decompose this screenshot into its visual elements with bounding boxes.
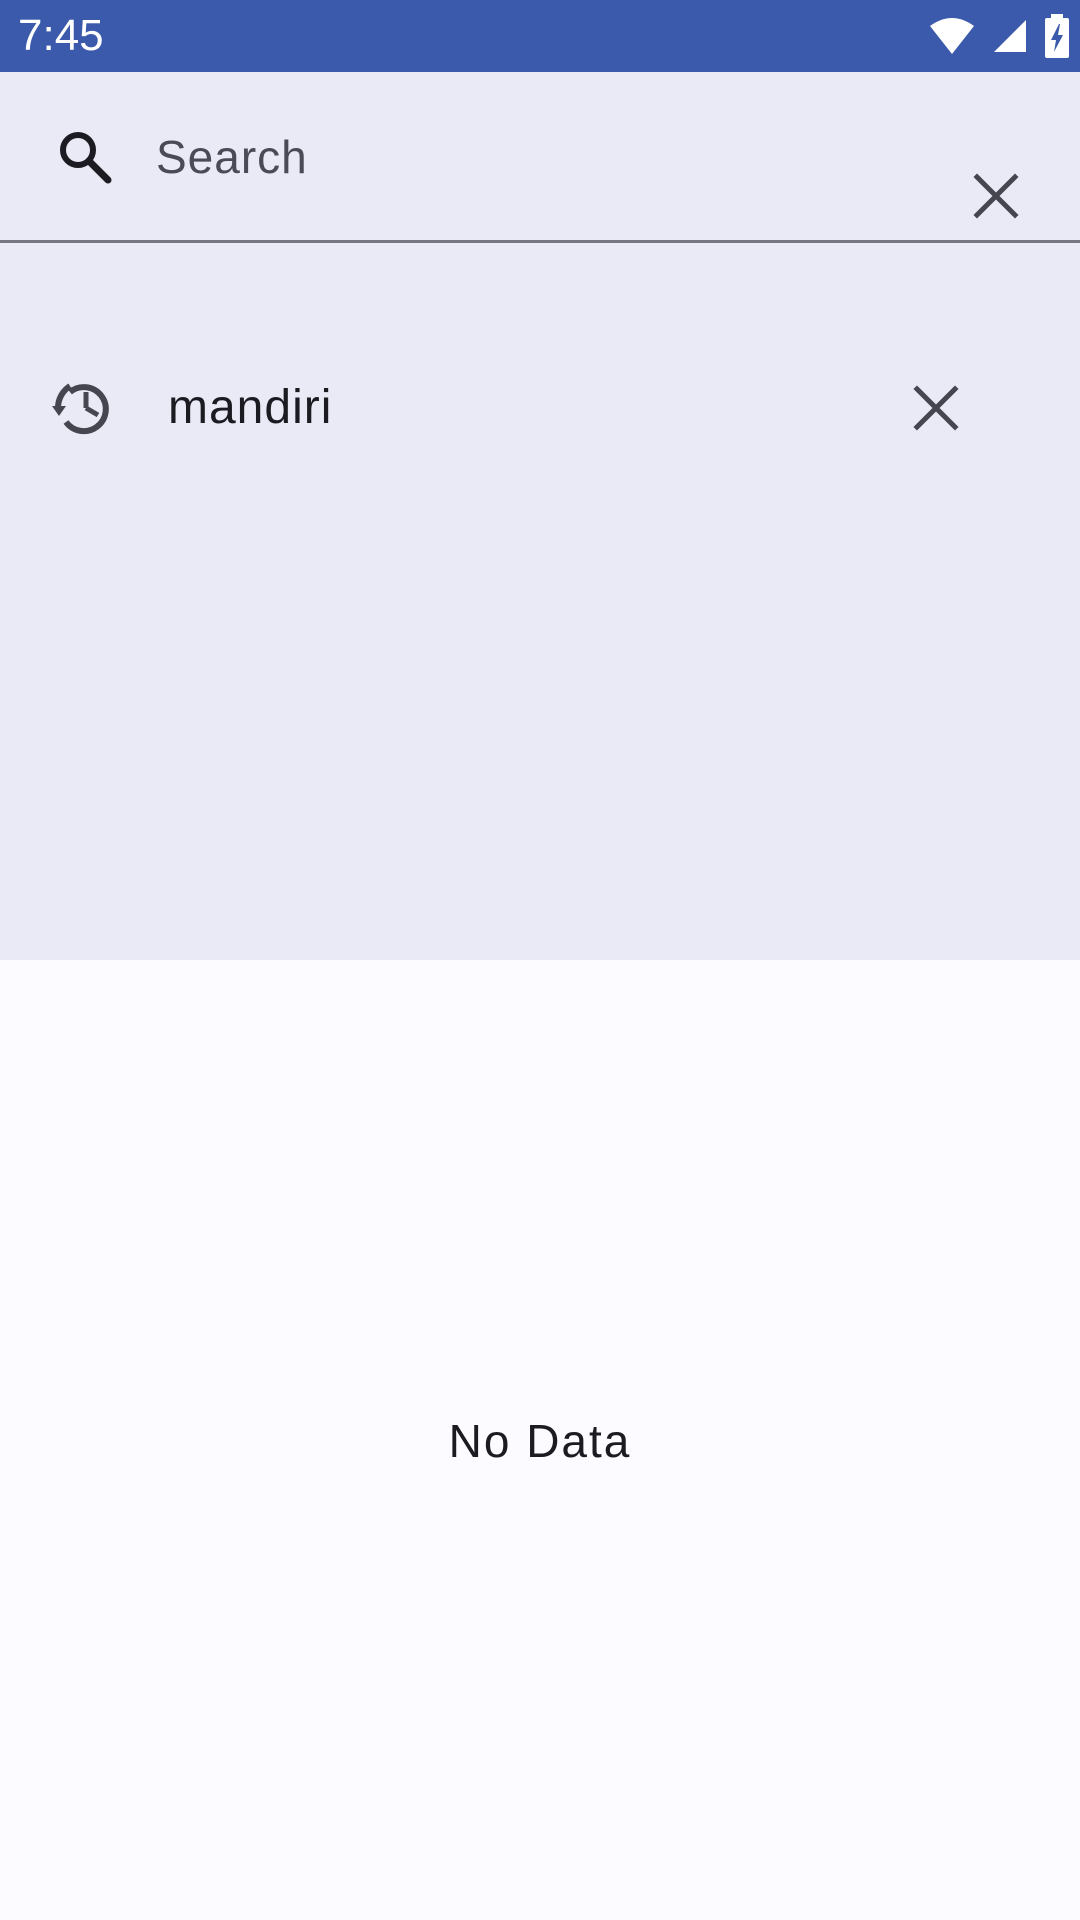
battery-charging-icon <box>1044 14 1070 58</box>
history-item[interactable]: mandiri <box>0 340 1080 480</box>
close-icon <box>973 173 1019 219</box>
search-panel: mandiri <box>0 72 1080 960</box>
search-divider <box>0 240 1080 243</box>
clear-search-button[interactable] <box>960 160 1032 232</box>
remove-history-button[interactable] <box>898 370 974 446</box>
cell-signal-icon <box>992 18 1028 54</box>
status-time: 7:45 <box>18 11 104 60</box>
wifi-icon <box>928 16 976 56</box>
history-item-label: mandiri <box>168 381 333 434</box>
status-bar: 7:45 <box>0 0 1080 72</box>
search-input[interactable] <box>156 122 916 192</box>
close-icon <box>913 385 959 431</box>
search-bar <box>0 72 1080 240</box>
empty-state-message: No Data <box>448 1415 632 1467</box>
search-icon <box>54 126 114 186</box>
history-icon <box>48 370 120 442</box>
status-icons <box>928 12 1070 60</box>
